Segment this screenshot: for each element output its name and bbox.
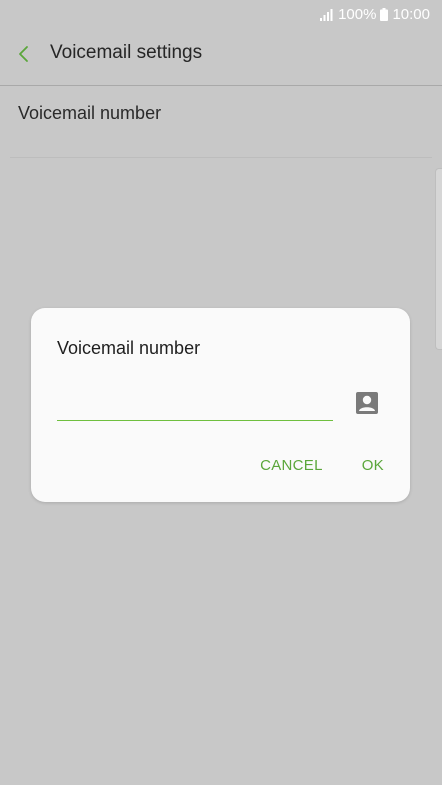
status-indicators: 100% 10:00 [320, 5, 430, 23]
scroll-handle[interactable] [435, 168, 442, 350]
signal-icon [320, 8, 334, 21]
app-bar: Voicemail settings [0, 28, 442, 86]
screen: 100% 10:00 Voicemail settings Voicemail … [0, 0, 442, 785]
voicemail-number-dialog: Voicemail number CANCEL OK [31, 308, 410, 502]
battery-percent: 100% [338, 5, 377, 23]
settings-item-voicemail-number[interactable]: Voicemail number [0, 86, 442, 158]
voicemail-number-input[interactable] [57, 394, 333, 421]
divider [10, 157, 432, 158]
settings-item-label: Voicemail number [18, 103, 162, 123]
contacts-icon[interactable] [355, 391, 379, 415]
cancel-button[interactable]: CANCEL [260, 457, 323, 474]
page-title: Voicemail settings [50, 42, 203, 63]
clock: 10:00 [392, 5, 430, 23]
back-arrow-icon[interactable] [10, 40, 38, 68]
ok-button[interactable]: OK [362, 457, 384, 474]
dialog-actions: CANCEL OK [260, 457, 384, 474]
battery-icon [380, 7, 389, 21]
dialog-title: Voicemail number [57, 338, 201, 358]
status-bar: 100% 10:00 [0, 0, 442, 28]
